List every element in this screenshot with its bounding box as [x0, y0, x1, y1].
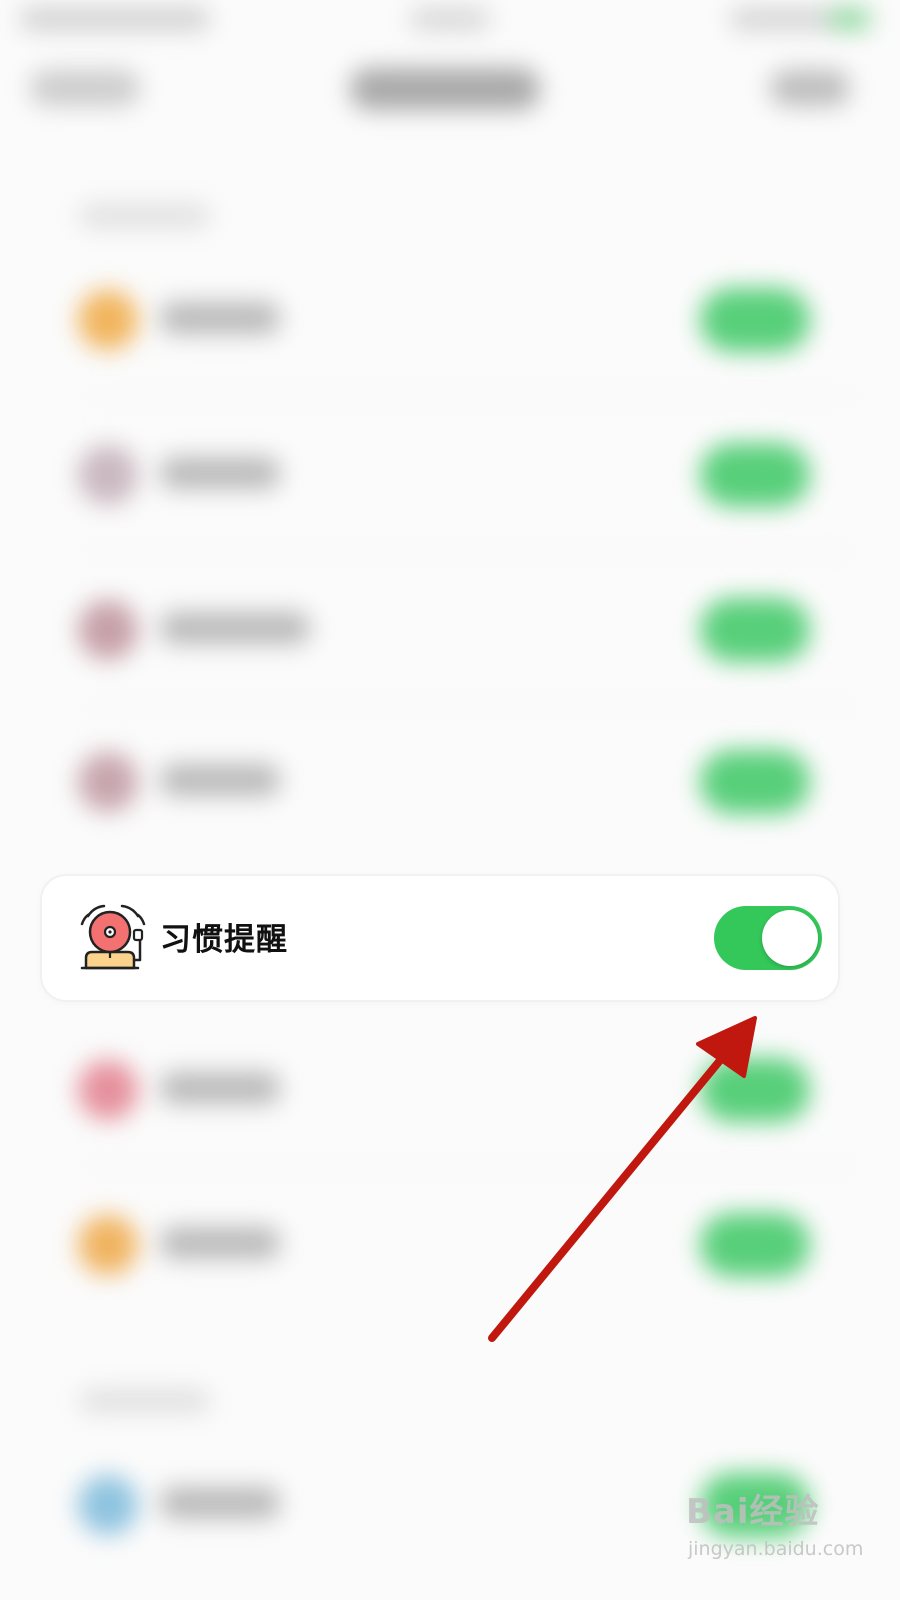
header-action-button[interactable]	[770, 70, 850, 106]
setting-icon	[78, 445, 138, 505]
setting-label	[160, 302, 280, 334]
setting-icon	[78, 1475, 138, 1535]
setting-icon	[78, 290, 138, 350]
row-divider	[80, 705, 860, 707]
setting-row[interactable]	[0, 415, 900, 535]
row-divider	[80, 1165, 860, 1167]
setting-icon	[78, 600, 138, 660]
section-header	[80, 205, 210, 227]
habit-reminder-row[interactable]: 习惯提醒	[42, 876, 838, 1000]
setting-toggle[interactable]	[700, 1213, 810, 1277]
setting-icon	[78, 1060, 138, 1120]
setting-toggle[interactable]	[700, 443, 810, 507]
setting-toggle[interactable]	[700, 598, 810, 662]
setting-label	[160, 1487, 280, 1519]
section-header	[80, 1390, 210, 1412]
setting-toggle[interactable]	[700, 750, 810, 814]
alarm-bell-icon	[80, 904, 146, 970]
setting-row[interactable]	[0, 260, 900, 380]
setting-row[interactable]	[0, 1185, 900, 1305]
status-bar-left	[20, 8, 210, 30]
watermark-brand: Bai经验	[686, 1492, 820, 1532]
row-divider	[80, 550, 860, 552]
status-bar-center	[410, 8, 490, 30]
setting-row[interactable]	[0, 722, 900, 842]
row-divider	[80, 395, 860, 397]
blurred-background	[0, 0, 900, 1600]
setting-label	[160, 764, 280, 796]
setting-label	[160, 1072, 280, 1104]
setting-icon	[78, 752, 138, 812]
setting-toggle[interactable]	[700, 1058, 810, 1122]
setting-label	[160, 612, 310, 644]
watermark-url: jingyan.baidu.com	[688, 1538, 864, 1560]
setting-label	[160, 1227, 280, 1259]
baidu-watermark: Bai经验 jingyan.baidu.com	[686, 1478, 876, 1578]
habit-reminder-label: 习惯提醒	[160, 922, 288, 958]
setting-row[interactable]	[0, 1030, 900, 1150]
setting-row[interactable]	[0, 570, 900, 690]
habit-reminder-toggle[interactable]	[714, 906, 822, 970]
page-title	[350, 68, 540, 110]
back-button[interactable]	[30, 70, 140, 106]
setting-icon	[78, 1215, 138, 1275]
setting-toggle[interactable]	[700, 288, 810, 352]
settings-screen: 习惯提醒 Bai经验 jingyan.baidu.com	[0, 0, 900, 1600]
setting-label	[160, 457, 280, 489]
toggle-knob	[762, 910, 818, 966]
battery-icon	[830, 8, 870, 30]
